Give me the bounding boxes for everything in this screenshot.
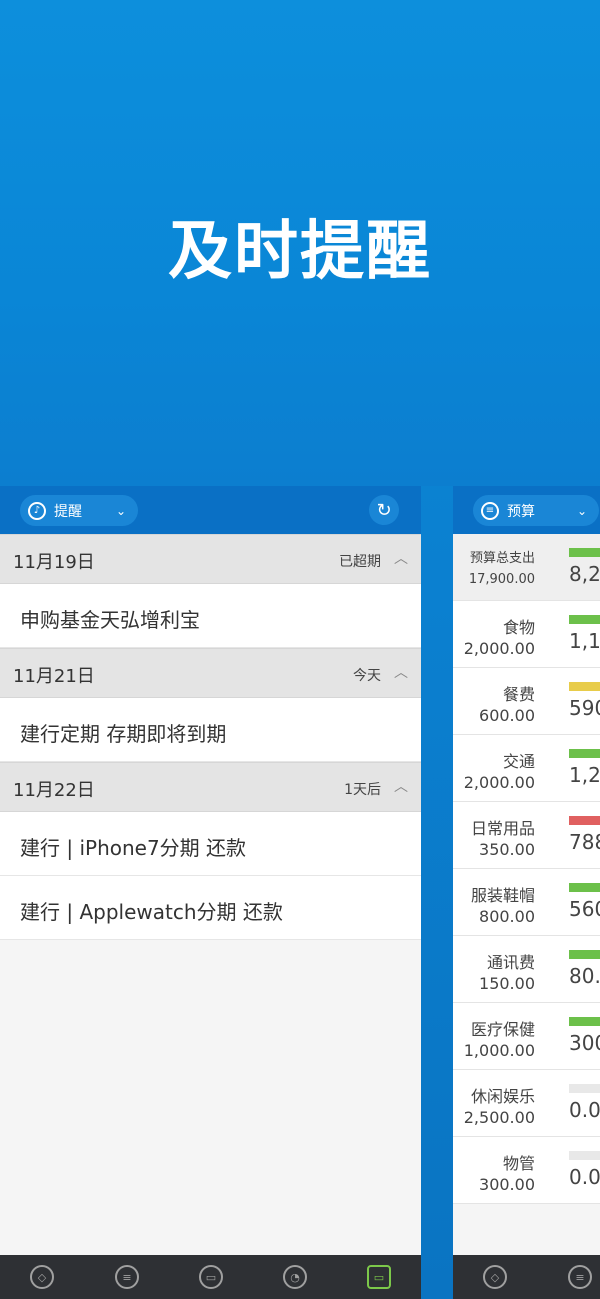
date-group-header[interactable]: 11月21日 今天 ︿: [0, 648, 421, 698]
budget-row[interactable]: 日常用品 350.00 788: [453, 802, 600, 869]
bell-icon: ♪: [28, 501, 46, 520]
budget-topbar: ≡ 预算 ⌄: [453, 486, 600, 534]
budget-spent: 80.: [569, 964, 600, 988]
budget-row[interactable]: 休闲娱乐 2,500.00 0.0: [453, 1070, 600, 1137]
budget-row[interactable]: 食物 2,000.00 1,16: [453, 601, 600, 668]
group-date: 11月21日: [13, 666, 95, 687]
bottom-tabbar: ◇ ≡ ▭ ◔ ▭: [0, 1255, 421, 1299]
budget-amount: 800.00: [479, 907, 535, 926]
bottom-tabbar: ◇ ≡: [453, 1255, 600, 1299]
reminders-screen: ♪ 提醒 ⌄ ↻ 11月19日 已超期 ︿ 申购基金天弘增利宝 11月21日 今天 ︿ 建行定…: [0, 486, 421, 1299]
budget-progress-bar: [569, 548, 600, 557]
reminder-item-text: 建行 | Applewatch分期 还款: [20, 900, 283, 924]
group-date: 11月22日: [13, 780, 95, 801]
chevron-up-icon[interactable]: ︿: [394, 548, 408, 568]
budget-spent: 590: [569, 696, 600, 720]
budget-row[interactable]: 预算总支出 17,900.00 8,2: [453, 534, 600, 601]
date-group-header[interactable]: 11月19日 已超期 ︿: [0, 534, 421, 584]
reminders-topbar: ♪ 提醒 ⌄ ↻: [0, 486, 421, 534]
reminder-item[interactable]: 建行定期 存期即将到期: [0, 698, 421, 762]
group-status: 今天: [353, 668, 381, 684]
screen-icon[interactable]: ▭: [367, 1265, 391, 1289]
home-icon[interactable]: ◇: [483, 1265, 507, 1289]
budget-amount: 2,500.00: [463, 1108, 535, 1127]
budget-progress-bar: [569, 1151, 600, 1160]
budget-category: 餐费: [502, 685, 535, 704]
reminder-item-text: 建行定期 存期即将到期: [20, 722, 227, 746]
list-icon: ≡: [481, 501, 499, 520]
group-status: 1天后: [344, 782, 381, 798]
budget-progress-bar: [569, 682, 600, 691]
budget-amount: 2,000.00: [463, 773, 535, 792]
budget-selector-label: 预算: [507, 503, 535, 520]
budget-progress-bar: [569, 1017, 600, 1026]
budget-category: 预算总支出: [469, 551, 535, 566]
budget-category: 食物: [502, 618, 535, 637]
budget-amount: 350.00: [479, 840, 535, 859]
budget-category: 物管: [502, 1154, 535, 1173]
budget-progress-bar: [569, 1084, 600, 1093]
budget-spent: 0.0: [569, 1165, 600, 1189]
refresh-icon: ↻: [376, 499, 392, 521]
refresh-button[interactable]: ↻: [369, 495, 399, 525]
budget-category: 通讯费: [486, 953, 535, 972]
budget-amount: 300.00: [479, 1175, 535, 1194]
budget-category: 服装鞋帽: [470, 886, 535, 905]
budget-amount: 2,000.00: [463, 639, 535, 658]
list-icon[interactable]: ≡: [568, 1265, 592, 1289]
budget-spent: 1,20: [569, 763, 600, 787]
budget-selector[interactable]: ≡ 预算 ⌄: [473, 495, 599, 526]
reminder-selector[interactable]: ♪ 提醒 ⌄: [20, 495, 138, 526]
budget-row[interactable]: 餐费 600.00 590: [453, 668, 600, 735]
budget-category: 休闲娱乐: [470, 1087, 535, 1106]
budget-spent: 1,16: [569, 629, 600, 653]
budget-progress-bar: [569, 883, 600, 892]
budget-spent: 8,2: [569, 562, 600, 586]
group-status: 已超期: [339, 554, 381, 570]
reminder-item[interactable]: 申购基金天弘增利宝: [0, 584, 421, 648]
budget-spent: 300: [569, 1031, 600, 1055]
budget-category: 医疗保健: [470, 1020, 535, 1039]
budget-category: 日常用品: [470, 819, 535, 838]
budget-amount: 600.00: [479, 706, 535, 725]
reminder-item[interactable]: 建行 | Applewatch分期 还款: [0, 876, 421, 940]
list-icon[interactable]: ≡: [115, 1265, 139, 1289]
home-icon[interactable]: ◇: [30, 1265, 54, 1289]
hero-banner: 及时提醒: [0, 0, 600, 486]
chart-icon[interactable]: ◔: [283, 1265, 307, 1289]
chevron-up-icon[interactable]: ︿: [394, 662, 408, 682]
budget-row[interactable]: 医疗保健 1,000.00 300: [453, 1003, 600, 1070]
budget-row[interactable]: 通讯费 150.00 80.: [453, 936, 600, 1003]
budget-amount: 1,000.00: [463, 1041, 535, 1060]
budget-screen: ≡ 预算 ⌄ 预算总支出 17,900.00 8,2 食物 2,000.00 1,16 餐费…: [453, 486, 600, 1299]
budget-spent: 560: [569, 897, 600, 921]
chevron-down-icon: ⌄: [576, 503, 587, 518]
budget-progress-bar: [569, 816, 600, 825]
budget-amount: 150.00: [479, 974, 535, 993]
reminder-selector-label: 提醒: [54, 503, 82, 520]
budget-row[interactable]: 交通 2,000.00 1,20: [453, 735, 600, 802]
budget-progress-bar: [569, 950, 600, 959]
group-date: 11月19日: [13, 552, 95, 573]
budget-spent: 788: [569, 830, 600, 854]
budget-row[interactable]: 物管 300.00 0.0: [453, 1137, 600, 1204]
budget-category: 交通: [502, 752, 535, 771]
budget-spent: 0.0: [569, 1098, 600, 1122]
budget-progress-bar: [569, 615, 600, 624]
budget-row[interactable]: 服装鞋帽 800.00 560: [453, 869, 600, 936]
date-group-header[interactable]: 11月22日 1天后 ︿: [0, 762, 421, 812]
reminder-item-text: 申购基金天弘增利宝: [20, 608, 200, 632]
budget-amount: 17,900.00: [468, 572, 535, 587]
wallet-icon[interactable]: ▭: [199, 1265, 223, 1289]
reminder-item[interactable]: 建行 | iPhone7分期 还款: [0, 812, 421, 876]
reminder-item-text: 建行 | iPhone7分期 还款: [20, 836, 247, 860]
hero-title: 及时提醒: [168, 215, 432, 289]
chevron-up-icon[interactable]: ︿: [394, 776, 408, 796]
budget-progress-bar: [569, 749, 600, 758]
chevron-down-icon: ⌄: [115, 503, 126, 518]
